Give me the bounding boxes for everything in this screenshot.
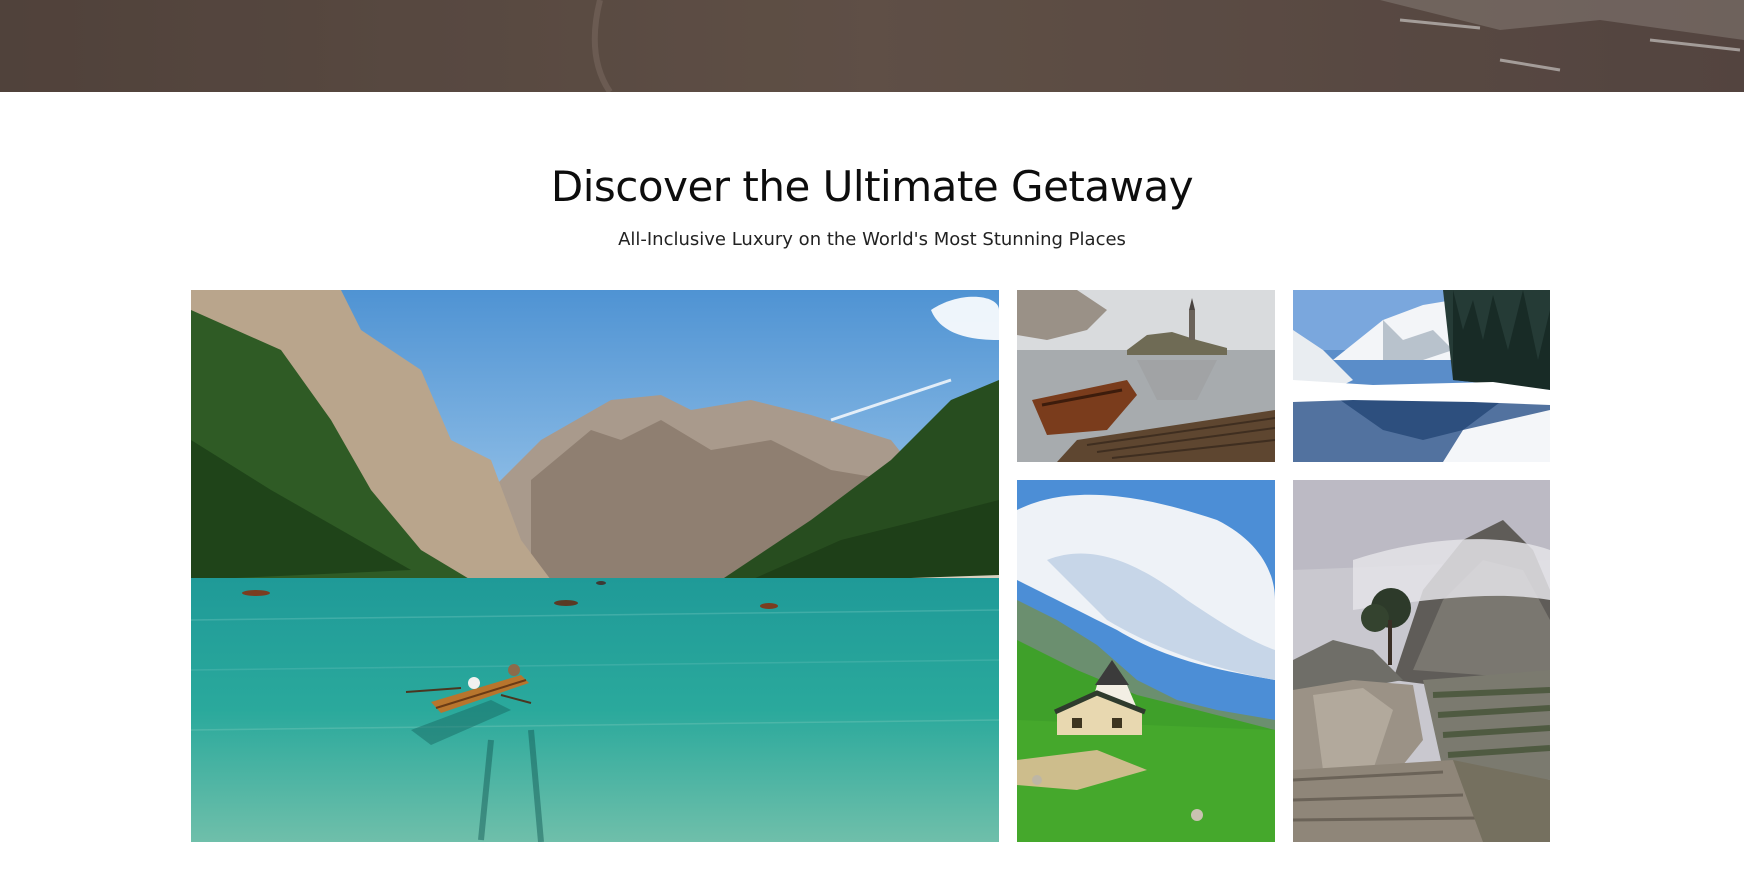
gallery-image-snowy-lake[interactable] bbox=[1293, 290, 1550, 462]
hero-banner-image bbox=[0, 0, 1744, 92]
section-title: Discover the Ultimate Getaway bbox=[550, 162, 1194, 211]
section-subtitle: All-Inclusive Luxury on the World's Most… bbox=[618, 229, 1126, 250]
getaway-section: Discover the Ultimate Getaway All-Inclus… bbox=[0, 92, 1744, 880]
gallery-image-ruins[interactable] bbox=[1293, 480, 1550, 842]
gallery-image-misty-lake[interactable] bbox=[1017, 290, 1275, 462]
gallery-image-lake[interactable] bbox=[191, 290, 999, 842]
gallery-image-green-valley[interactable] bbox=[1017, 480, 1275, 842]
